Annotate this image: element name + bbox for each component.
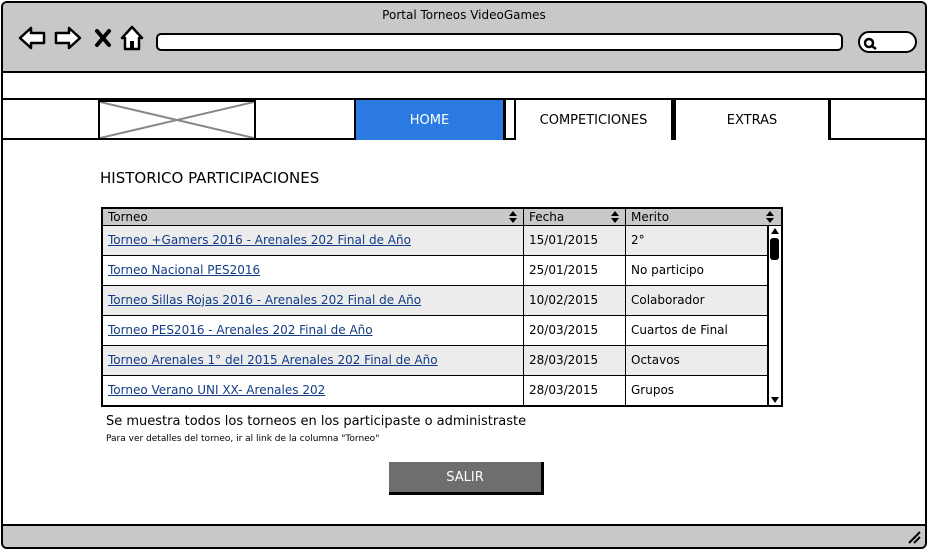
- back-arrow-icon[interactable]: [17, 25, 47, 51]
- date-cell: 25/01/2015: [529, 263, 599, 277]
- browser-toolbar: Portal Torneos VideoGames: [3, 3, 925, 73]
- table-row: Torneo Sillas Rojas 2016 - Arenales 202 …: [103, 286, 767, 316]
- tournament-link[interactable]: Torneo Arenales 1° del 2015 Arenales 202…: [103, 346, 438, 375]
- table-row: Torneo Arenales 1° del 2015 Arenales 202…: [103, 346, 767, 376]
- exit-button[interactable]: SALIR: [389, 462, 544, 495]
- sort-icon: [766, 211, 774, 223]
- resize-grip-icon[interactable]: [907, 530, 921, 544]
- logo-placeholder: [98, 100, 256, 140]
- table-row: Torneo PES2016 - Arenales 202 Final de A…: [103, 316, 767, 346]
- tournament-link[interactable]: Torneo Sillas Rojas 2016 - Arenales 202 …: [103, 286, 421, 315]
- date-cell: 20/03/2015: [529, 323, 599, 337]
- info-text: Se muestra todos los torneos en los part…: [106, 414, 527, 429]
- scrollbar-thumb[interactable]: [770, 238, 779, 260]
- forward-arrow-icon[interactable]: [53, 25, 83, 51]
- sort-icon: [611, 211, 619, 223]
- column-header-merito[interactable]: Merito: [626, 209, 781, 225]
- tournament-link[interactable]: Torneo +Gamers 2016 - Arenales 202 Final…: [103, 226, 411, 255]
- table-row: Torneo Verano UNI XX- Arenales 202 28/03…: [103, 376, 767, 406]
- table-header: Torneo Fecha Merito: [103, 209, 781, 226]
- status-bar: [3, 524, 925, 547]
- table-row: Torneo Nacional PES2016 25/01/2015 No pa…: [103, 256, 767, 286]
- browser-window: Portal Torneos VideoGames HOME COMPETICI…: [1, 1, 927, 549]
- home-icon[interactable]: [119, 25, 145, 51]
- scroll-down-icon[interactable]: [770, 396, 780, 404]
- column-header-fecha[interactable]: Fecha: [524, 209, 626, 225]
- search-button[interactable]: [858, 31, 917, 53]
- search-icon: [863, 37, 877, 50]
- column-header-label: Torneo: [108, 210, 148, 224]
- column-header-torneo[interactable]: Torneo: [103, 209, 524, 225]
- table-row: Torneo +Gamers 2016 - Arenales 202 Final…: [103, 226, 767, 256]
- participations-table: Torneo Fecha Merito Torneo +Gamers 2016 …: [101, 207, 783, 407]
- nav-home[interactable]: HOME: [354, 100, 506, 140]
- tournament-link[interactable]: Torneo Verano UNI XX- Arenales 202: [103, 376, 325, 405]
- main-navbar: HOME COMPETICIONES EXTRAS: [3, 98, 925, 140]
- nav-competiciones[interactable]: COMPETICIONES: [514, 100, 674, 140]
- column-header-label: Fecha: [529, 210, 565, 224]
- date-cell: 28/03/2015: [529, 353, 599, 367]
- merit-cell: Cuartos de Final: [631, 323, 728, 337]
- column-divider: [523, 209, 524, 405]
- nav-extras[interactable]: EXTRAS: [674, 100, 831, 140]
- stop-icon[interactable]: [92, 25, 114, 51]
- merit-cell: No participo: [631, 263, 704, 277]
- table-scrollbar[interactable]: [767, 226, 781, 405]
- column-header-label: Merito: [631, 210, 670, 224]
- merit-cell: Octavos: [631, 353, 680, 367]
- tournament-link[interactable]: Torneo Nacional PES2016: [103, 256, 260, 285]
- window-title: Portal Torneos VideoGames: [382, 8, 546, 22]
- scroll-up-icon[interactable]: [770, 227, 780, 235]
- page-title: HISTORICO PARTICIPACIONES: [100, 169, 320, 187]
- merit-cell: 2°: [631, 233, 645, 247]
- info-hint: Para ver detalles del torneo, ir al link…: [106, 434, 380, 444]
- date-cell: 28/03/2015: [529, 383, 599, 397]
- merit-cell: Colaborador: [631, 293, 705, 307]
- tournament-link[interactable]: Torneo PES2016 - Arenales 202 Final de A…: [103, 316, 373, 345]
- address-bar[interactable]: [156, 33, 843, 51]
- sort-icon: [509, 211, 517, 223]
- date-cell: 10/02/2015: [529, 293, 599, 307]
- date-cell: 15/01/2015: [529, 233, 599, 247]
- column-divider: [625, 209, 626, 405]
- merit-cell: Grupos: [631, 383, 675, 397]
